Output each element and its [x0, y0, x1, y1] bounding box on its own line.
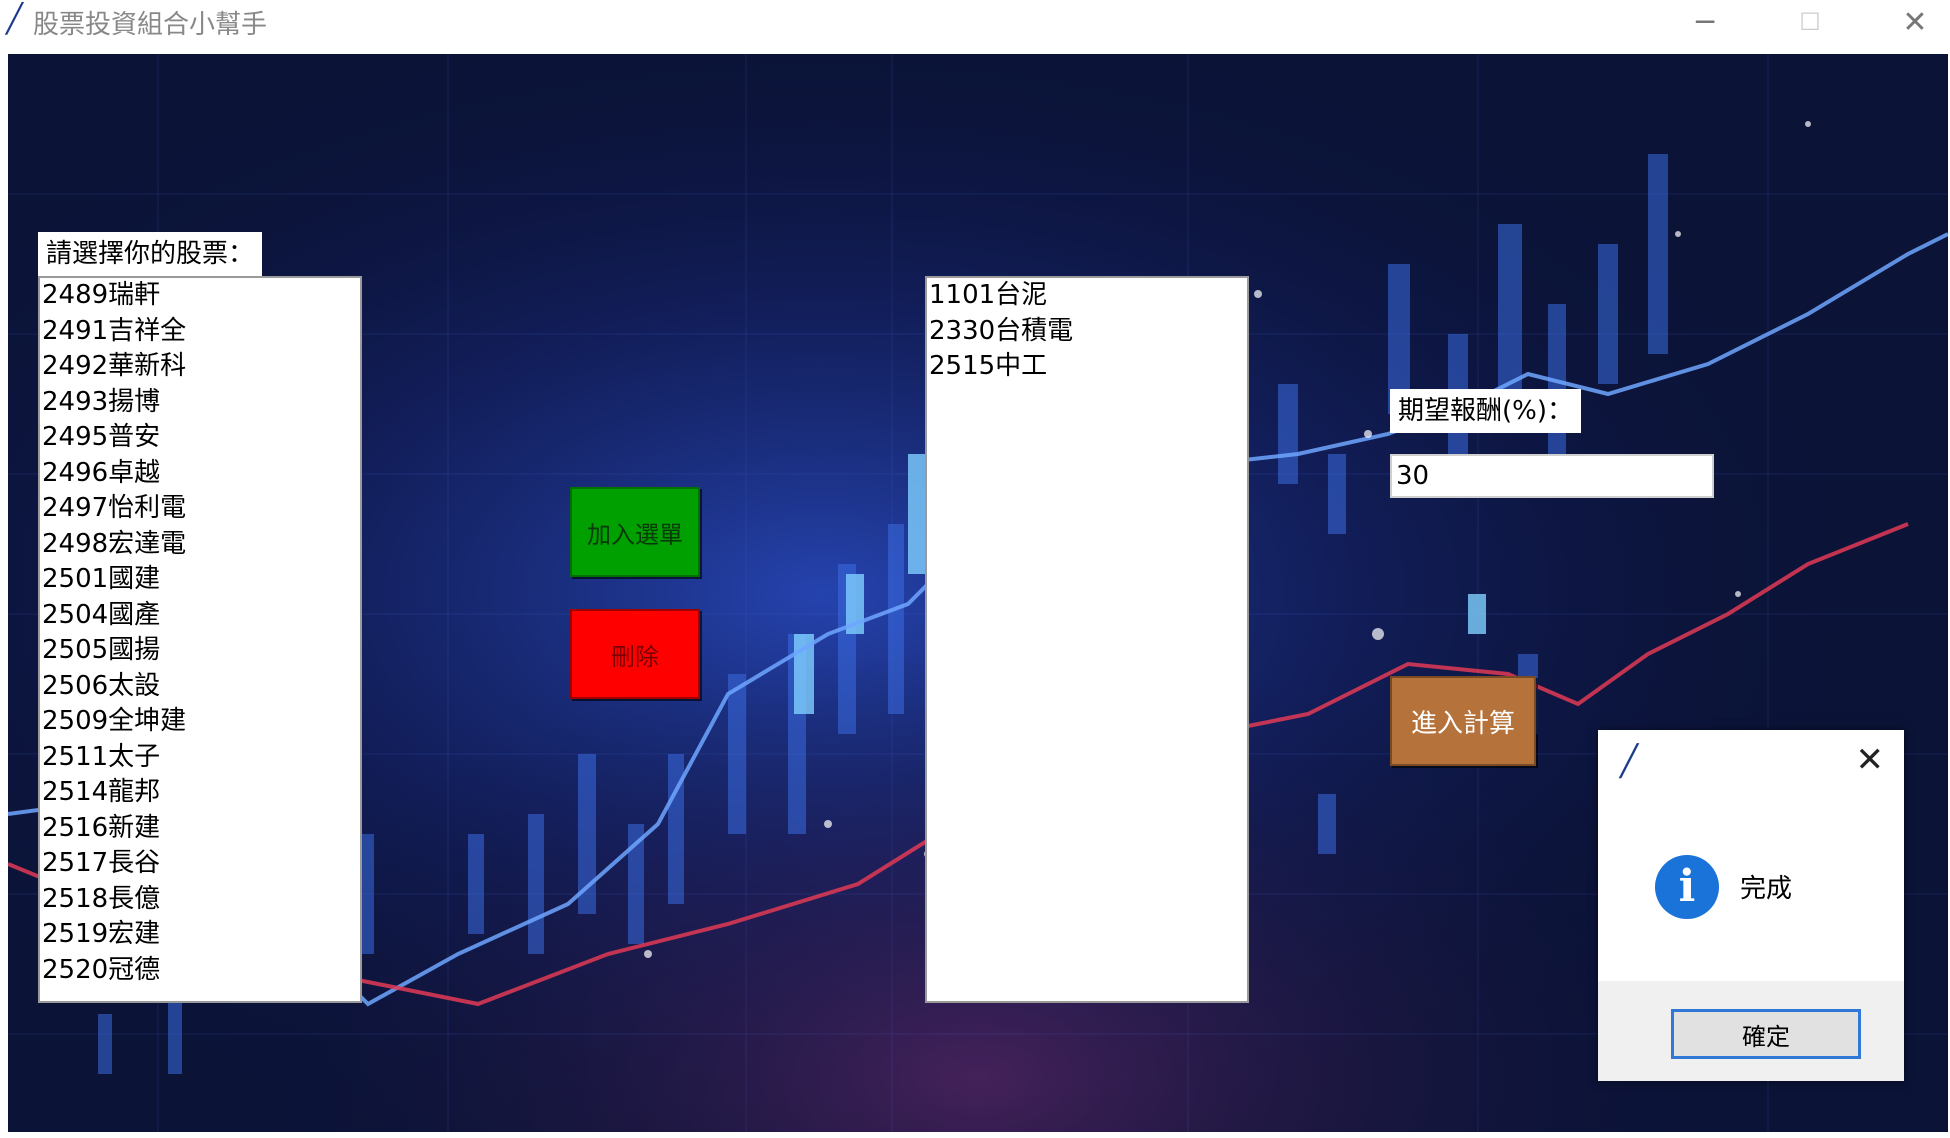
maximize-button[interactable]: ☐: [1760, 0, 1860, 44]
title-bar: ╱ 股票投資組合小幫手 ─ ☐ ✕: [0, 0, 1950, 54]
dialog-footer: 確定: [1598, 981, 1904, 1081]
list-item[interactable]: 2511太子: [40, 740, 360, 776]
dialog-close-icon[interactable]: ✕: [1856, 740, 1885, 780]
list-item[interactable]: 2514龍邦: [40, 775, 360, 811]
stock-listbox[interactable]: 2489瑞軒 2491吉祥全 2492華新科 2493揚博 2495普安 249…: [38, 276, 362, 1003]
list-item[interactable]: 2506太設: [40, 669, 360, 705]
close-icon: ✕: [1902, 4, 1928, 40]
list-item[interactable]: 2501國建: [40, 562, 360, 598]
minimize-icon: ─: [1695, 4, 1715, 40]
list-item[interactable]: 2489瑞軒: [40, 278, 360, 314]
list-item[interactable]: 2491吉祥全: [40, 314, 360, 350]
stock-list-label: 請選擇你的股票：: [38, 232, 263, 276]
feather-icon: ╱: [1620, 744, 1639, 779]
list-item[interactable]: 2497怡利電: [40, 491, 360, 527]
list-item[interactable]: 2520冠德: [40, 953, 360, 989]
list-item[interactable]: 2509全坤建: [40, 704, 360, 740]
list-item[interactable]: 2518長億: [40, 882, 360, 918]
expected-return-label: 期望報酬(%)：: [1390, 389, 1581, 433]
list-item[interactable]: 2492華新科: [40, 349, 360, 385]
list-item[interactable]: 2495普安: [40, 420, 360, 456]
list-item[interactable]: 2515中工: [927, 349, 1247, 385]
expected-return-input[interactable]: 30: [1390, 454, 1714, 498]
selected-stock-listbox[interactable]: 1101台泥 2330台積電 2515中工: [925, 276, 1249, 1003]
feather-icon: ╱: [6, 2, 23, 35]
delete-button[interactable]: 刪除: [570, 609, 700, 699]
list-item[interactable]: 2498宏達電: [40, 527, 360, 563]
window-title: 股票投資組合小幫手: [33, 10, 268, 40]
list-item[interactable]: 2517長谷: [40, 846, 360, 882]
list-item[interactable]: 1101台泥: [927, 278, 1247, 314]
info-icon: i: [1655, 855, 1719, 919]
list-item[interactable]: 2504國產: [40, 598, 360, 634]
dialog-message: 完成: [1740, 874, 1793, 904]
list-item[interactable]: 2496卓越: [40, 456, 360, 492]
maximize-icon: ☐: [1799, 8, 1821, 36]
minimize-button[interactable]: ─: [1655, 0, 1755, 44]
list-item[interactable]: 2516新建: [40, 811, 360, 847]
info-dialog: ╱ ✕ i 完成 確定: [1598, 730, 1904, 1081]
calculate-button[interactable]: 進入計算: [1390, 676, 1536, 766]
ok-button[interactable]: 確定: [1671, 1009, 1861, 1059]
list-item[interactable]: 2330台積電: [927, 314, 1247, 350]
add-to-selection-button[interactable]: 加入選單: [570, 487, 700, 577]
list-item[interactable]: 2519宏建: [40, 917, 360, 953]
list-item[interactable]: 2505國揚: [40, 633, 360, 669]
close-button[interactable]: ✕: [1865, 0, 1950, 44]
list-item[interactable]: 2493揚博: [40, 385, 360, 421]
